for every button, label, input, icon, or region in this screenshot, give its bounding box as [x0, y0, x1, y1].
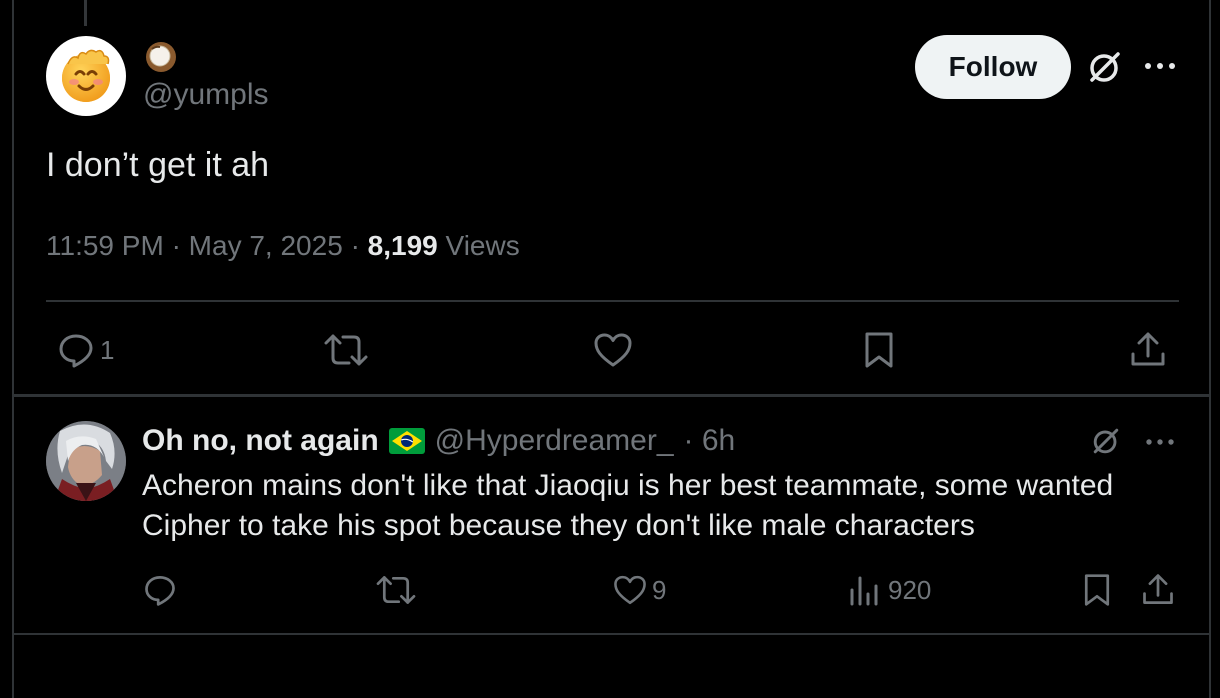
- reply-header: Oh no, not again @Hyperdreamer_ · 6h: [142, 424, 735, 458]
- tweet-text: I don’t get it ah: [46, 146, 270, 184]
- thread-line: [84, 0, 87, 26]
- divider: [14, 394, 1210, 397]
- reply-count: 1: [100, 334, 115, 365]
- reply-views-button[interactable]: 920: [848, 572, 931, 608]
- bookmark-icon: [1084, 574, 1110, 606]
- repost-icon: [324, 334, 368, 366]
- character-portrait-icon: [46, 421, 126, 501]
- reply-icon: [145, 576, 175, 606]
- more-options-icon[interactable]: [1140, 56, 1180, 76]
- coconut-emoji-icon: [146, 42, 176, 72]
- smiling-face-emoji-icon: [62, 49, 110, 102]
- reply-time[interactable]: · 6h: [684, 424, 736, 458]
- reply-bookmark-button[interactable]: [1080, 572, 1114, 608]
- divider: [14, 633, 1210, 635]
- divider: [46, 300, 1179, 302]
- share-button[interactable]: [1128, 330, 1168, 370]
- reply-like-button[interactable]: 9: [612, 572, 666, 608]
- bookmark-icon: [865, 332, 893, 368]
- like-button[interactable]: [592, 330, 634, 370]
- avatar[interactable]: [46, 36, 126, 116]
- reply-icon: [59, 334, 93, 368]
- reply-avatar[interactable]: [46, 421, 126, 501]
- reply-reply-button[interactable]: [142, 572, 178, 608]
- reply-repost-button[interactable]: [375, 572, 417, 608]
- tweet-date[interactable]: May 7, 2025: [189, 230, 343, 261]
- views-count: 920: [888, 574, 932, 605]
- views-label: Views: [445, 230, 520, 261]
- share-icon: [1131, 332, 1165, 366]
- like-count: 9: [652, 574, 667, 605]
- heart-icon: [614, 575, 646, 605]
- bookmark-button[interactable]: [860, 330, 898, 370]
- author-handle[interactable]: @yumpls: [143, 78, 268, 112]
- tweet-metadata: 11:59 PM · May 7, 2025 · 8,199 Views: [46, 230, 520, 262]
- repost-icon: [376, 576, 416, 604]
- meta-separator: ·: [350, 230, 360, 261]
- share-icon: [1143, 574, 1173, 604]
- reply-display-name[interactable]: Oh no, not again: [142, 424, 379, 458]
- reply-button[interactable]: 1: [56, 330, 114, 370]
- brazil-flag-icon: [388, 428, 425, 454]
- reply-text: Acheron mains don't like that Jiaoqiu is…: [142, 469, 1114, 542]
- grok-icon[interactable]: [1088, 423, 1124, 459]
- heart-icon: [594, 333, 632, 367]
- reply-handle[interactable]: @Hyperdreamer_: [435, 424, 674, 458]
- repost-button[interactable]: [323, 330, 369, 370]
- grok-icon[interactable]: [1085, 47, 1125, 87]
- tweet-time[interactable]: 11:59 PM: [46, 230, 164, 261]
- meta-separator: ·: [171, 230, 181, 261]
- views-count: 8,199: [367, 230, 438, 261]
- views-chart-icon: [850, 576, 878, 606]
- more-options-icon[interactable]: [1143, 433, 1177, 451]
- follow-button[interactable]: Follow: [915, 35, 1071, 99]
- reply-share-button[interactable]: [1140, 572, 1176, 608]
